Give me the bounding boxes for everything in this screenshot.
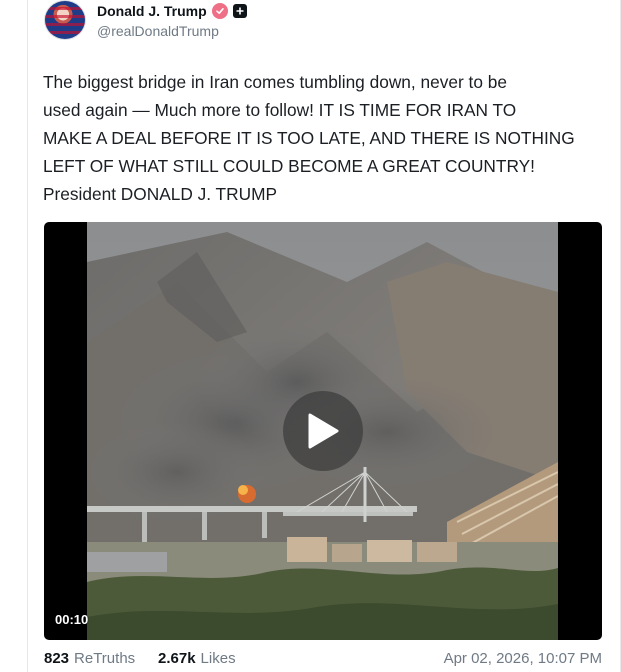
author-handle[interactable]: @realDonaldTrump <box>97 23 219 39</box>
follow-plus-icon[interactable] <box>232 4 247 18</box>
likes-stat[interactable]: 2.67k Likes <box>158 650 236 667</box>
post-text: The biggest bridge in Iran comes tumblin… <box>43 72 575 204</box>
post-footer: 823 ReTruths 2.67k Likes Apr 02, 2026, 1… <box>44 650 602 672</box>
post-date[interactable]: Apr 02, 2026, 10:07 PM <box>444 650 602 667</box>
play-button[interactable] <box>283 391 363 471</box>
avatar[interactable] <box>44 0 86 40</box>
retruths-label: ReTruths <box>74 650 136 667</box>
video-duration: 00:10 <box>55 612 89 627</box>
play-icon <box>308 413 339 449</box>
author-display-name[interactable]: Donald J. Trump <box>97 3 207 19</box>
author-name-row: Donald J. Trump <box>97 1 247 21</box>
verified-badge-icon <box>211 3 228 19</box>
likes-label: Likes <box>200 650 236 667</box>
likes-count: 2.67k <box>158 650 196 667</box>
video-player[interactable]: 00:10 <box>44 222 602 640</box>
retruths-stat[interactable]: 823 ReTruths <box>44 650 135 667</box>
retruths-count: 823 <box>44 650 70 667</box>
